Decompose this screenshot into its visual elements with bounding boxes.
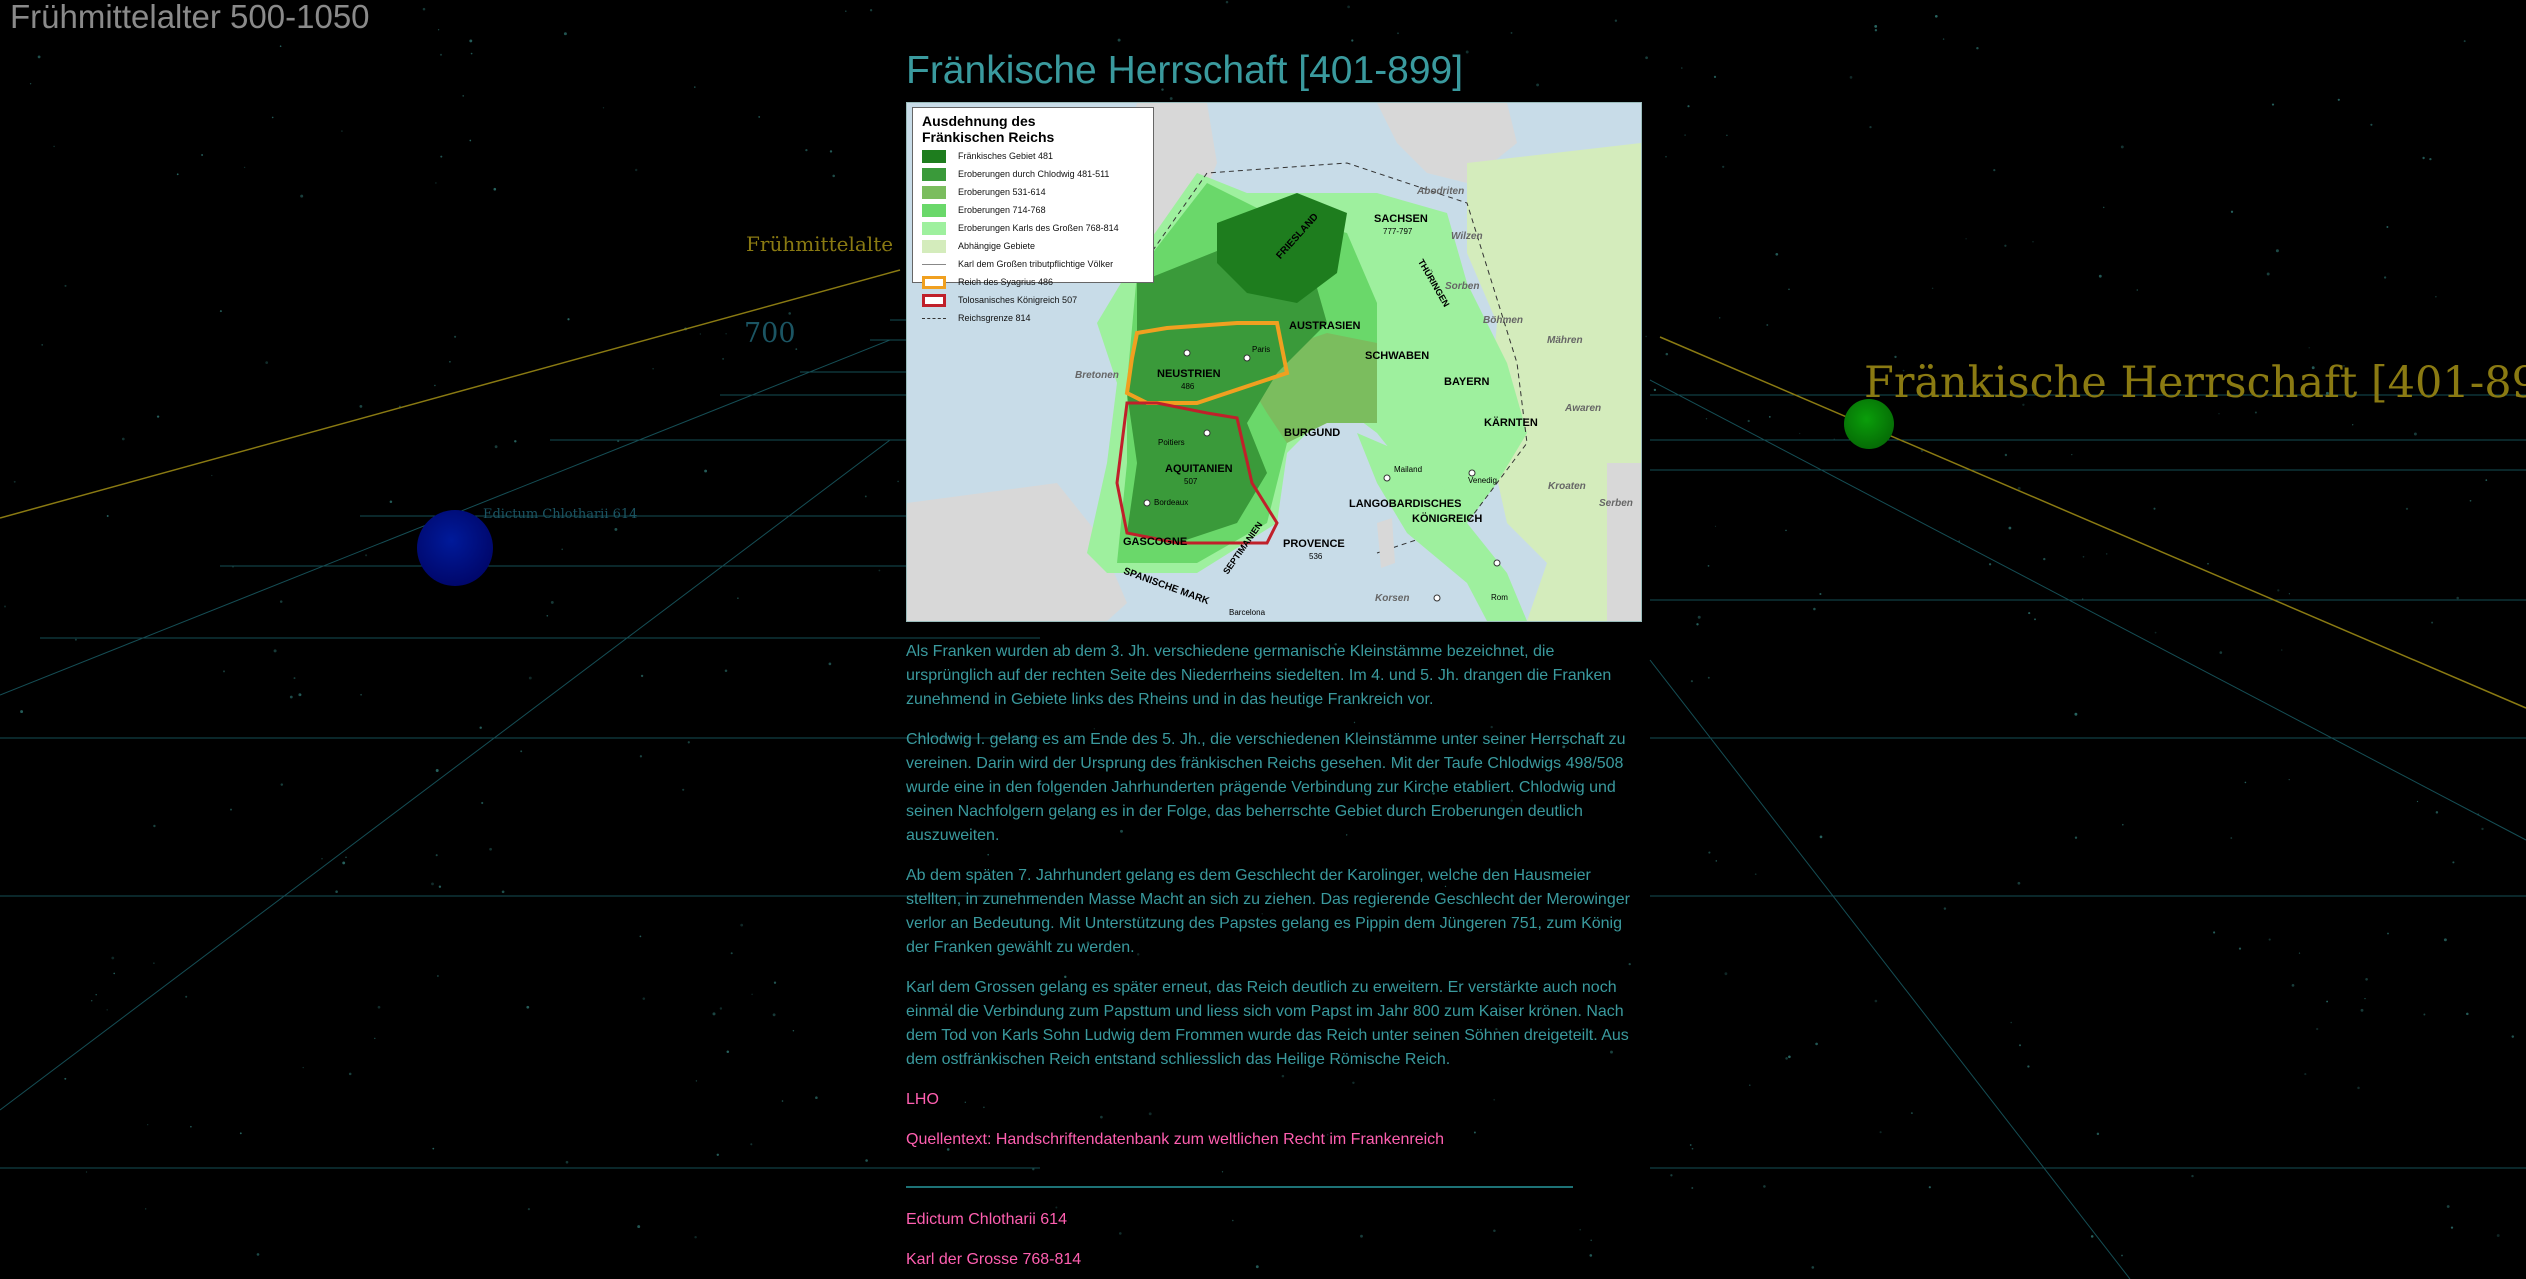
divider — [906, 1186, 1573, 1188]
map-label-austrasien: AUSTRASIEN — [1289, 320, 1361, 332]
scene-period-label[interactable]: Frühmittelalter 500-1050 — [746, 232, 892, 256]
legend-swatch — [922, 185, 946, 199]
map-label-barcelona: Barcelona — [1229, 608, 1266, 617]
land-africa-east — [1607, 463, 1641, 621]
author-link[interactable]: LHO — [906, 1088, 1636, 1112]
map-label-boehmen: Böhmen — [1483, 315, 1523, 326]
legend-row: Eroberungen Karls des Großen 768-814 — [922, 219, 1153, 237]
legend-label: Eroberungen Karls des Großen 768-814 — [958, 223, 1119, 233]
legend-swatch — [922, 263, 946, 265]
map-label-mailand: Mailand — [1394, 465, 1423, 474]
map-label-rom: Rom — [1491, 593, 1508, 602]
map-label-burgund: BURGUND — [1284, 427, 1341, 439]
map-label-aquitanien-year: 507 — [1184, 477, 1198, 486]
legend-title: Ausdehnung des Fränkischen Reichs — [922, 113, 1055, 145]
map-label-awaren: Awaren — [1565, 403, 1602, 414]
legend-row: Fränkisches Gebiet 481 — [922, 147, 1153, 165]
map-label-korsen: Korsen — [1375, 593, 1410, 604]
legend-label: Eroberungen durch Chlodwig 481-511 — [958, 169, 1110, 179]
legend-label: Karl dem Großen tributpflichtige Völker — [958, 259, 1114, 269]
article-paragraph: Ab dem späten 7. Jahrhundert gelang es d… — [906, 867, 1630, 956]
map-label-schwaben: SCHWABEN — [1365, 350, 1430, 362]
legend-row: Abhängige Gebiete — [922, 237, 1153, 255]
legend-swatch — [922, 167, 946, 181]
legend-row: Eroberungen 714-768 — [922, 201, 1153, 219]
map-label-paris: Paris — [1252, 345, 1271, 354]
legend-label: Eroberungen 714-768 — [958, 205, 1046, 215]
legend-swatch — [922, 203, 946, 217]
map-label-neustrien: NEUSTRIEN — [1157, 368, 1221, 380]
legend-row: Karl dem Großen tributpflichtige Völker — [922, 255, 1153, 273]
map-label-kaernten: KÄRNTEN — [1484, 417, 1538, 429]
legend-swatch — [922, 293, 946, 307]
map-label-bordeaux: Bordeaux — [1154, 498, 1189, 507]
legend-swatch — [922, 221, 946, 235]
frankish-empire-map: Ausdehnung des Fränkischen Reichs Fränki… — [906, 102, 1642, 622]
scene-node-label[interactable]: Edictum Chlotharii 614 — [483, 507, 637, 522]
map-legend: Ausdehnung des Fränkischen Reichs Fränki… — [912, 107, 1154, 323]
map-label-koenigreich: KÖNIGREICH — [1412, 513, 1483, 525]
legend-row: Reich des Syagrius 486 — [922, 273, 1153, 291]
dynasty-node-sphere[interactable] — [1844, 399, 1894, 449]
legend-label: Tolosanisches Königreich 507 — [958, 295, 1078, 305]
map-label-neustrien-year: 486 — [1181, 382, 1195, 391]
map-label-poitiers: Poitiers — [1158, 438, 1185, 447]
map-label-aquitanien: AQUITANIEN — [1165, 463, 1233, 475]
map-label-sorben: Sorben — [1445, 281, 1480, 292]
article-title: Fränkische Herrschaft [401-899] — [906, 49, 1464, 92]
map-label-gascogne: GASCOGNE — [1123, 536, 1188, 548]
page-title: Frühmittelalter 500-1050 — [10, 0, 370, 35]
legend-row: Tolosanisches Königreich 507 — [922, 291, 1153, 309]
map-label-sachsen-years: 777-797 — [1383, 227, 1413, 236]
event-node-sphere[interactable] — [417, 510, 493, 586]
map-label-provence-year: 536 — [1309, 552, 1323, 561]
legend-swatch — [922, 149, 946, 163]
map-label-langobardisches: LANGOBARDISCHES — [1349, 498, 1462, 510]
map-label-maehrer: Mähren — [1547, 335, 1583, 346]
map-label-sachsen: SACHSEN — [1374, 213, 1428, 225]
legend-swatch — [922, 275, 946, 289]
map-label-serben: Serben — [1599, 498, 1633, 509]
related-link-edictum[interactable]: Edictum Chlotharii 614 — [906, 1208, 1636, 1232]
scene-year-label: 700 — [744, 318, 796, 349]
legend-label: Reichsgrenze 814 — [958, 313, 1031, 323]
legend-label: Reich des Syagrius 486 — [958, 277, 1054, 287]
legend-row: Reichsgrenze 814 — [922, 309, 1153, 327]
map-label-bayern: BAYERN — [1444, 376, 1490, 388]
legend-label: Eroberungen 531-614 — [958, 187, 1046, 197]
source-text-link[interactable]: Quellentext: Handschriftendatenbank zum … — [906, 1128, 1636, 1152]
legend-row: Eroberungen durch Chlodwig 481-511 — [922, 165, 1153, 183]
article-paragraph: Chlodwig I. gelang es am Ende des 5. Jh.… — [906, 731, 1626, 844]
map-label-provence: PROVENCE — [1283, 538, 1345, 550]
map-label-wilzen: Wilzen — [1451, 231, 1483, 242]
article-paragraph: Karl dem Grossen gelang es später erneut… — [906, 979, 1629, 1068]
legend-row: Eroberungen 531-614 — [922, 183, 1153, 201]
article-paragraph: Als Franken wurden ab dem 3. Jh. verschi… — [906, 643, 1612, 708]
article-panel: Fränkische Herrschaft [401-899] Ausdehnu… — [906, 46, 1642, 1272]
related-link-karl[interactable]: Karl der Grosse 768-814 — [906, 1248, 1636, 1272]
map-label-venedig: Venedig — [1468, 476, 1497, 485]
legend-swatch — [922, 317, 946, 319]
map-label-abodriten: Abodriten — [1417, 186, 1465, 197]
map-label-bretonen: Bretonen — [1075, 370, 1119, 381]
map-label-kroaten: Kroaten — [1548, 481, 1586, 492]
legend-label: Abhängige Gebiete — [958, 241, 1036, 251]
legend-label: Fränkisches Gebiet 481 — [958, 151, 1054, 161]
legend-swatch — [922, 239, 946, 253]
scene-dynasty-label[interactable]: Fränkische Herrschaft [401-899] — [1864, 358, 2526, 408]
